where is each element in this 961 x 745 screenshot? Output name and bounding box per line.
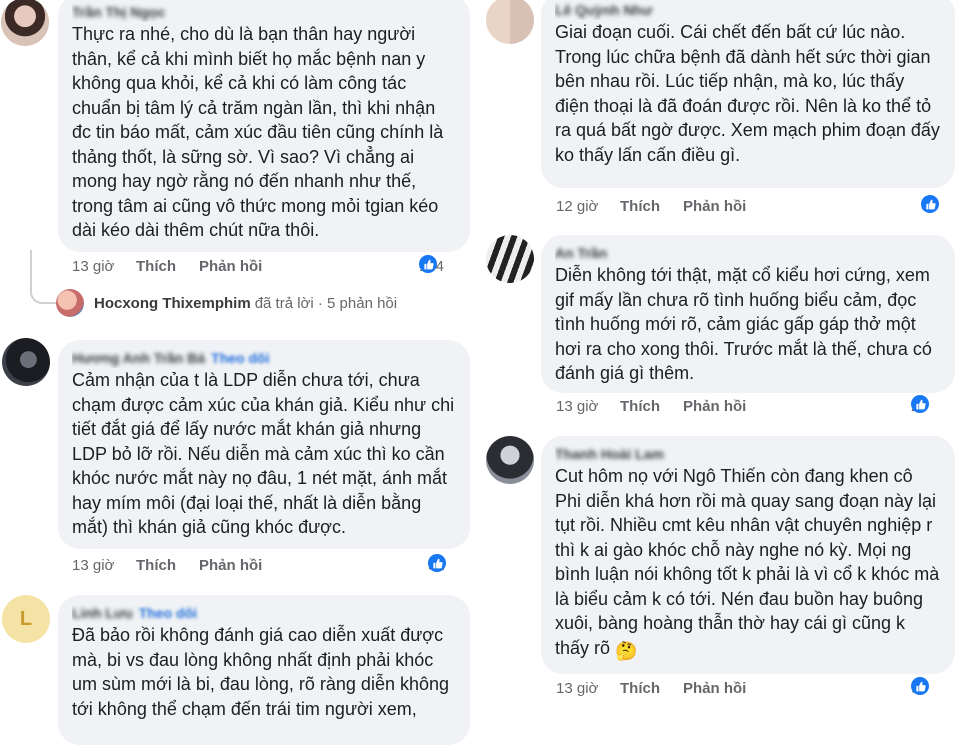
follow-button[interactable]: Theo dõi bbox=[211, 350, 269, 366]
avatar[interactable] bbox=[486, 235, 534, 283]
reaction-count[interactable]: 52 bbox=[428, 554, 446, 578]
comment: Hương Anh Trần Bá Theo dõi Cảm nhận của t… bbox=[0, 338, 478, 585]
like-button[interactable]: Thích bbox=[136, 554, 176, 578]
comment-time[interactable]: 13 giờ bbox=[72, 554, 114, 578]
reply-author[interactable]: Hocxong Thixemphim bbox=[94, 295, 251, 312]
comment-text: Diễn không tới thật, mặt cổ kiểu hơi cứn… bbox=[555, 265, 932, 383]
comment-author[interactable]: Trần Thị Ngọc bbox=[72, 2, 456, 22]
reply-button[interactable]: Phản hồi bbox=[683, 195, 746, 219]
comment-author[interactable]: Hương Anh Trần Bá Theo dõi bbox=[72, 348, 456, 368]
avatar-letter: L bbox=[19, 607, 33, 630]
reply-button[interactable]: Phản hồi bbox=[199, 255, 262, 279]
like-icon bbox=[911, 395, 929, 413]
like-icon bbox=[428, 554, 446, 572]
like-button[interactable]: Thích bbox=[136, 255, 176, 279]
comment: L Linh Lưu Theo dõi Đã bảo rồi không đánh… bbox=[0, 595, 478, 745]
follow-button[interactable]: Theo dõi bbox=[139, 605, 197, 621]
reply-summary[interactable]: Hocxong Thixemphim đã trả lời · 5 phản h… bbox=[56, 288, 397, 318]
comment-meta: 13 giờ Thích Phản hồi 104 bbox=[72, 255, 472, 279]
comment-meta: 13 giờ Thích Phản hồi 99 bbox=[556, 677, 956, 701]
comment-time[interactable]: 13 giờ bbox=[72, 255, 114, 279]
reply-summary-text[interactable]: đã trả lời · 5 phản hồi bbox=[255, 295, 397, 312]
comment-bubble: Thanh Hoài Lam Cut hôm nọ với Ngô Thiến … bbox=[541, 436, 955, 674]
like-icon bbox=[921, 195, 939, 213]
comment-text: Cảm nhận của t là LDP diễn chưa tới, chư… bbox=[72, 370, 455, 537]
comment-text: Giai đoạn cuối. Cái chết đến bất cứ lúc … bbox=[555, 22, 940, 165]
like-icon bbox=[419, 255, 437, 273]
comment-author[interactable]: Linh Lưu Theo dõi bbox=[72, 603, 456, 623]
thinking-emoji-icon: 🤔 bbox=[615, 640, 638, 661]
comment-bubble: Lê Quỳnh Như Giai đoạn cuối. Cái chết đế… bbox=[541, 0, 955, 188]
comment: Thanh Hoài Lam Cut hôm nọ với Ngô Thiến … bbox=[484, 434, 961, 731]
comment: Lê Quỳnh Như Giai đoạn cuối. Cái chết đế… bbox=[484, 0, 961, 225]
like-button[interactable]: Thích bbox=[620, 395, 660, 419]
comment: Trần Thị Ngọc Thực ra nhé, cho dù là bạn… bbox=[0, 0, 478, 330]
comment-meta: 13 giờ Thích Phản hồi 52 bbox=[72, 554, 472, 578]
reply-button[interactable]: Phản hồi bbox=[683, 395, 746, 419]
comment-author[interactable]: An Trần bbox=[555, 243, 941, 263]
comment-bubble: Hương Anh Trần Bá Theo dõi Cảm nhận của t… bbox=[58, 340, 470, 549]
like-button[interactable]: Thích bbox=[620, 195, 660, 219]
reaction-count[interactable]: 104 bbox=[419, 255, 444, 279]
reply-button[interactable]: Phản hồi bbox=[199, 554, 262, 578]
avatar[interactable] bbox=[1, 0, 49, 46]
comment-author[interactable]: Lê Quỳnh Như bbox=[555, 0, 941, 20]
thread-line bbox=[30, 250, 56, 304]
like-button[interactable]: Thích bbox=[620, 677, 660, 701]
comment-text: Đã bảo rồi không đánh giá cao diễn xuất … bbox=[72, 625, 450, 719]
comment: An Trần Diễn không tới thật, mặt cổ kiểu… bbox=[484, 233, 961, 428]
comment-bubble: An Trần Diễn không tới thật, mặt cổ kiểu… bbox=[541, 235, 955, 393]
avatar bbox=[56, 289, 84, 317]
avatar[interactable]: L bbox=[2, 595, 50, 643]
comment-author[interactable]: Thanh Hoài Lam bbox=[555, 444, 941, 464]
comment-time[interactable]: 13 giờ bbox=[556, 395, 598, 419]
comment-text: Thực ra nhé, cho dù là bạn thân hay ngườ… bbox=[72, 24, 444, 240]
comment-text: Cut hôm nọ với Ngô Thiến còn đang khen c… bbox=[555, 466, 940, 658]
comment-time[interactable]: 12 giờ bbox=[556, 195, 598, 219]
comment-text-wrapper: Cut hôm nọ với Ngô Thiến còn đang khen c… bbox=[555, 464, 941, 663]
reaction-count[interactable]: 99 bbox=[911, 677, 929, 701]
reaction-count[interactable]: 26 bbox=[911, 395, 929, 419]
comment-bubble: Trần Thị Ngọc Thực ra nhé, cho dù là bạn… bbox=[58, 0, 470, 252]
reaction-count[interactable]: 6 bbox=[921, 195, 939, 219]
avatar[interactable] bbox=[2, 338, 50, 386]
avatar[interactable] bbox=[486, 0, 534, 44]
like-icon bbox=[911, 677, 929, 695]
reply-button[interactable]: Phản hồi bbox=[683, 677, 746, 701]
avatar[interactable] bbox=[486, 436, 534, 484]
comment-time[interactable]: 13 giờ bbox=[556, 677, 598, 701]
comment-meta: 13 giờ Thích Phản hồi 26 bbox=[556, 395, 956, 419]
comment-meta: 12 giờ Thích Phản hồi 6 bbox=[556, 195, 956, 219]
comment-bubble: Linh Lưu Theo dõi Đã bảo rồi không đánh g… bbox=[58, 595, 470, 745]
